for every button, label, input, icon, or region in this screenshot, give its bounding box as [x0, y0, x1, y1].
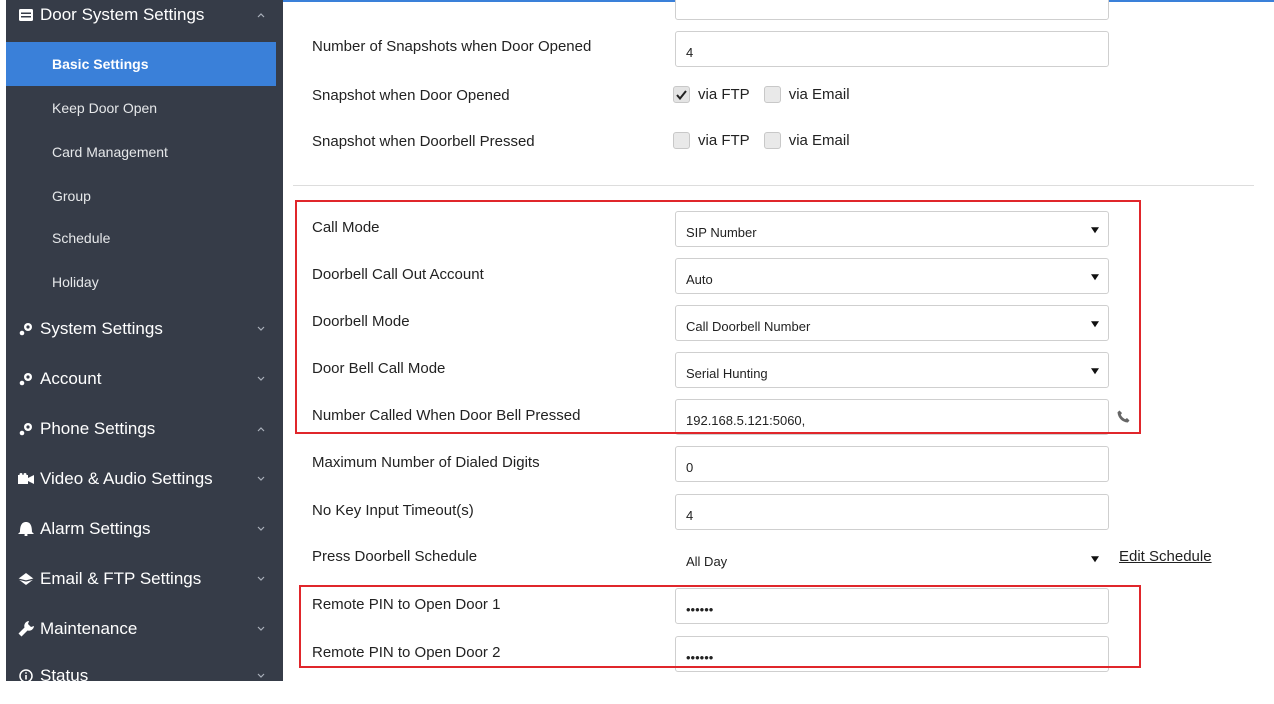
sidebar-item-group[interactable]: Group	[6, 174, 276, 218]
snapshot-door-opened-email-checkbox[interactable]	[763, 86, 781, 103]
sidebar-section-email-ftp-settings[interactable]: Email & FTP Settings	[6, 554, 276, 604]
chevron-down-icon	[256, 671, 266, 681]
via-ftp-label: via FTP	[698, 132, 750, 149]
via-email-label: via Email	[788, 86, 850, 103]
settings-panel: Number of Snapshots when Door Opened 4 S…	[283, 0, 1274, 681]
sidebar-item-label: Keep Door Open	[52, 100, 158, 116]
sidebar-section-label: Email & FTP Settings	[40, 569, 202, 588]
max-digits-label: Maximum Number of Dialed Digits	[312, 454, 540, 471]
list-icon	[18, 7, 34, 23]
wrench-icon	[18, 621, 34, 637]
sidebar-item-basic-settings[interactable]: Basic Settings	[6, 42, 276, 86]
sidebar-section-label: Phone Settings	[40, 419, 156, 438]
via-email-label: via Email	[788, 132, 850, 149]
sidebar-section-system-settings[interactable]: System Settings	[6, 304, 276, 354]
highlight-box-call-settings	[295, 200, 1141, 434]
snapshot-door-opened-options: via FTP via Email	[673, 86, 864, 103]
sidebar-section-video-audio-settings[interactable]: Video & Audio Settings	[6, 454, 276, 504]
snapshot-door-opened-label: Snapshot when Door Opened	[312, 87, 510, 104]
sidebar-item-label: Group	[52, 188, 91, 204]
sidebar-section-label: Alarm Settings	[40, 519, 151, 538]
cutoff-input-field[interactable]	[675, 0, 1109, 20]
no-key-timeout-value: 4	[686, 507, 694, 523]
no-key-timeout-input[interactable]: 4	[675, 494, 1109, 530]
press-doorbell-schedule-value: All Day	[686, 553, 728, 569]
sidebar-item-card-management[interactable]: Card Management	[6, 130, 276, 174]
max-digits-input[interactable]: 0	[675, 446, 1109, 482]
chevron-up-icon	[256, 424, 266, 434]
chevron-down-icon	[256, 524, 266, 534]
sidebar-section-label: Account	[40, 369, 102, 388]
snapshot-door-opened-ftp-checkbox[interactable]	[673, 86, 690, 103]
chevron-down-icon	[256, 624, 266, 634]
chevron-down-icon	[256, 374, 266, 384]
highlight-box-remote-pins	[299, 585, 1141, 668]
snapshot-doorbell-label: Snapshot when Doorbell Pressed	[312, 133, 535, 150]
chevron-down-icon	[256, 474, 266, 484]
checkmark-icon	[676, 89, 687, 100]
chevron-down-icon	[256, 574, 266, 584]
sidebar-item-label: Card Management	[52, 144, 168, 160]
sidebar-section-status[interactable]: Status	[6, 654, 276, 704]
sidebar-section-label: Maintenance	[40, 619, 138, 638]
edit-schedule-link[interactable]: Edit Schedule	[1119, 548, 1212, 565]
dropdown-arrow-icon	[1091, 556, 1099, 563]
sidebar-section-alarm-settings[interactable]: Alarm Settings	[6, 504, 276, 554]
sidebar-section-label: System Settings	[40, 319, 163, 338]
no-key-timeout-label: No Key Input Timeout(s)	[312, 502, 474, 519]
snapshot-doorbell-options: via FTP via Email	[673, 132, 864, 149]
sidebar-panel: Door System Settings Basic Settings Keep…	[6, 0, 283, 685]
gear-dots-icon	[18, 371, 34, 387]
press-doorbell-schedule-select[interactable]: All Day	[675, 540, 1109, 576]
sidebar-section-label: Door System Settings	[40, 5, 205, 24]
info-icon	[18, 668, 34, 684]
section-divider	[293, 185, 1254, 186]
max-digits-value: 0	[686, 459, 694, 475]
gear-dots-icon	[18, 321, 34, 337]
chevron-up-icon	[256, 10, 266, 20]
sidebar-section-label: Status	[40, 666, 89, 685]
snapshot-doorbell-ftp-checkbox[interactable]	[673, 132, 690, 149]
snapshots-count-label: Number of Snapshots when Door Opened	[312, 38, 592, 55]
via-ftp-label: via FTP	[698, 86, 750, 103]
gear-dots-icon	[18, 421, 34, 437]
sidebar-section-maintenance[interactable]: Maintenance	[6, 604, 276, 654]
email-icon	[18, 571, 34, 587]
sidebar-section-phone-settings[interactable]: Phone Settings	[6, 404, 276, 454]
sidebar-item-label: Holiday	[52, 274, 99, 290]
sidebar-item-keep-door-open[interactable]: Keep Door Open	[6, 86, 276, 130]
sidebar-item-schedule[interactable]: Schedule	[6, 216, 276, 260]
sidebar: Door System Settings Basic Settings Keep…	[0, 0, 283, 685]
snapshots-count-input[interactable]: 4	[675, 31, 1109, 67]
sidebar-item-holiday[interactable]: Holiday	[6, 260, 276, 304]
video-camera-icon	[18, 471, 34, 487]
press-doorbell-schedule-label: Press Doorbell Schedule	[312, 548, 478, 565]
sidebar-section-door-system[interactable]: Door System Settings	[6, 0, 276, 30]
sidebar-item-label: Basic Settings	[52, 56, 149, 72]
snapshot-doorbell-email-checkbox[interactable]	[763, 132, 781, 149]
sidebar-item-label: Schedule	[52, 230, 111, 246]
alarm-icon	[18, 521, 34, 537]
sidebar-section-account[interactable]: Account	[6, 354, 276, 404]
sidebar-section-label: Video & Audio Settings	[40, 469, 213, 488]
snapshots-count-value: 4	[686, 44, 694, 60]
chevron-down-icon	[256, 324, 266, 334]
